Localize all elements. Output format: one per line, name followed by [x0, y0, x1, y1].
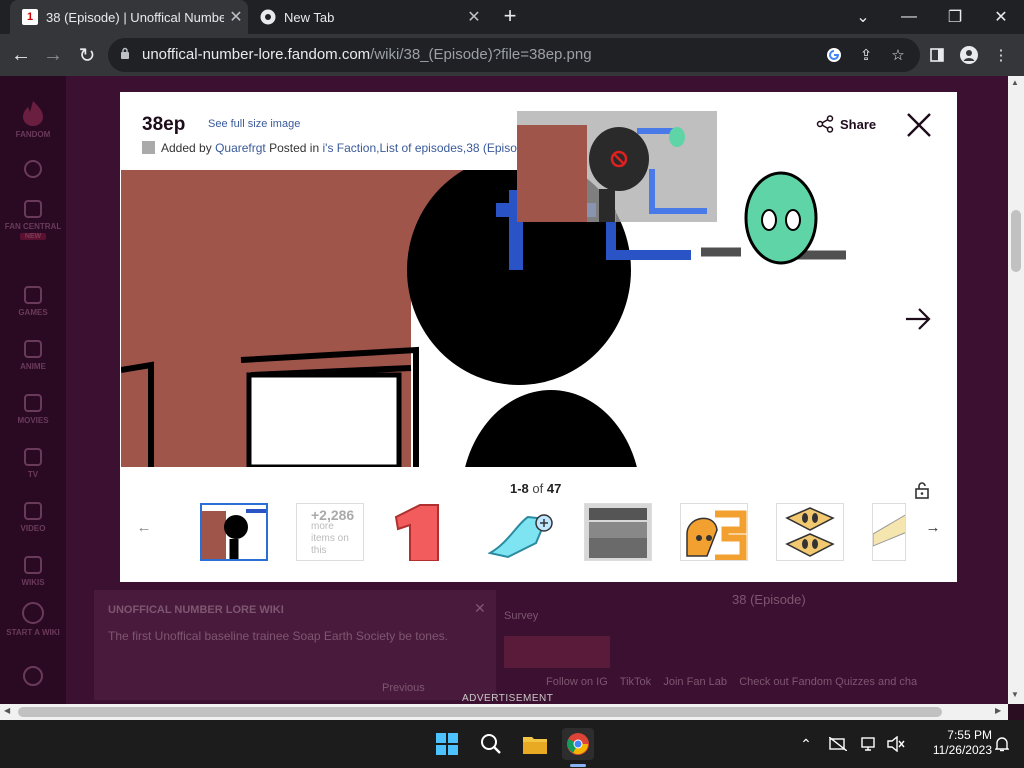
fandom-favicon: 1 — [22, 9, 38, 25]
bookmark-star-icon[interactable]: ☆ — [887, 44, 909, 66]
see-full-size-link[interactable]: See full size image — [208, 118, 300, 130]
uploader-avatar — [142, 141, 155, 154]
tab-search-chevron-icon[interactable]: ⌄ — [840, 0, 886, 34]
fandom-logo-icon — [23, 101, 43, 126]
sidebar-item-start-a-wiki[interactable]: START A WIKI — [0, 602, 66, 637]
wiki-card-title: UNOFFICAL NUMBER LORE WIKI — [108, 604, 284, 616]
volume-muted-icon[interactable] — [880, 728, 912, 760]
survey-label: Survey — [504, 610, 539, 622]
thumbnail-item[interactable] — [584, 503, 652, 561]
lightbox-title: 38ep — [142, 114, 186, 135]
thumbnail-item[interactable] — [680, 503, 748, 561]
sidebar-user-icon[interactable] — [0, 666, 66, 690]
sidebar-item-video[interactable]: VIDEO — [0, 502, 66, 533]
scroll-up-icon[interactable]: ▲ — [1011, 78, 1019, 87]
close-tab-icon[interactable]: ✕ — [462, 7, 486, 27]
close-window-icon[interactable]: ✕ — [978, 0, 1024, 34]
share-icon — [816, 115, 834, 133]
tv-icon — [24, 448, 42, 466]
side-panel-icon[interactable] — [926, 44, 948, 66]
thumbnail-item[interactable] — [392, 503, 460, 561]
close-card-icon[interactable]: ✕ — [474, 600, 486, 617]
close-lightbox-icon[interactable] — [904, 110, 934, 140]
system-clock[interactable]: 7:55 PM 11/26/2023 — [922, 728, 992, 758]
unlock-icon[interactable] — [914, 481, 930, 499]
network-offline-icon[interactable] — [822, 728, 854, 760]
gamepad-icon — [24, 286, 42, 304]
tab-title: 38 (Episode) | Unoffical Number L — [46, 9, 224, 25]
active-app-indicator — [570, 764, 586, 767]
notification-bell-icon[interactable] — [986, 728, 1018, 760]
reload-icon[interactable]: ↻ — [74, 42, 100, 68]
new-badge: NEW — [20, 233, 46, 240]
strip-prev-arrow-icon[interactable]: ← — [136, 520, 152, 536]
thumbnail-item[interactable] — [776, 503, 844, 561]
show-hidden-icons-chevron-icon[interactable]: ⌃ — [790, 728, 822, 760]
forward-arrow-icon[interactable]: → — [40, 42, 66, 68]
sidebar-item-movies[interactable]: MOVIES — [0, 394, 66, 425]
video-icon — [24, 502, 42, 520]
vertical-scrollbar[interactable] — [1008, 76, 1024, 704]
posted-in-links[interactable]: i's Faction,List of episodes,38 (Episode… — [323, 141, 535, 155]
wiki-card-text: The first Unoffical baseline trainee Soa… — [108, 629, 448, 643]
sidebar-item-fan-central[interactable]: FAN CENTRAL NEW — [0, 200, 66, 240]
strip-next-arrow-icon[interactable]: → — [925, 520, 941, 536]
chrome-icon — [260, 9, 276, 25]
new-tab-button[interactable]: + — [498, 5, 522, 29]
scroll-left-icon[interactable]: ◀ — [4, 706, 10, 715]
clapper-icon — [24, 394, 42, 412]
survey-button[interactable] — [504, 636, 610, 668]
thumbnail-item[interactable] — [488, 503, 556, 561]
sidebar-item-games[interactable]: GAMES — [0, 286, 66, 317]
thumbnail-item-partial[interactable] — [872, 503, 906, 561]
image-counter: 1-8 of 47 — [510, 481, 562, 496]
more-items-tile[interactable]: +2,286 more items on this — [296, 503, 364, 561]
lock-icon[interactable] — [120, 47, 130, 59]
close-tab-icon[interactable]: ✕ — [224, 7, 248, 27]
tab-new-tab[interactable]: New Tab ✕ — [250, 0, 486, 34]
kebab-menu-icon[interactable]: ⋮ — [990, 44, 1012, 66]
file-explorer-icon[interactable] — [519, 728, 551, 760]
footer-links[interactable]: Follow on IG TikTok Join Fan Lab Check o… — [546, 676, 917, 688]
advertisement-label: ADVERTISEMENT — [462, 693, 554, 704]
sidebar-search-icon[interactable] — [0, 160, 66, 182]
thumbnail-item-selected[interactable] — [200, 503, 268, 561]
book-icon — [24, 556, 42, 574]
related-page-caption[interactable]: 38 (Episode) — [732, 592, 806, 607]
drag-preview-thumbnail — [517, 111, 717, 222]
tab-title: New Tab — [284, 9, 335, 25]
chrome-taskbar-icon[interactable] — [562, 728, 594, 760]
google-lens-icon[interactable] — [823, 44, 845, 66]
sidebar-item-wikis[interactable]: WIKIS — [0, 556, 66, 587]
url-text[interactable]: unoffical-number-lore.fandom.com/wiki/38… — [142, 46, 592, 63]
minimize-icon[interactable]: — — [886, 0, 932, 34]
previous-link[interactable]: Previous — [382, 682, 425, 694]
share-page-icon[interactable]: ⇪ — [855, 44, 877, 66]
scroll-down-icon[interactable]: ▼ — [1011, 690, 1019, 699]
vertical-scroll-thumb[interactable] — [1011, 210, 1021, 272]
share-button[interactable]: Share — [816, 115, 876, 133]
sidebar-item-anime[interactable]: ANIME — [0, 340, 66, 371]
tab-episode-38[interactable]: 1 38 (Episode) | Unoffical Number L ✕ — [10, 0, 248, 34]
back-arrow-icon[interactable]: ← — [8, 42, 34, 68]
plus-circle-icon — [22, 602, 44, 624]
profile-icon[interactable] — [958, 44, 980, 66]
sidebar-item-tv[interactable]: TV — [0, 448, 66, 479]
lightbox-meta: Added by Quarefrgt Posted in i's Faction… — [142, 141, 534, 155]
horizontal-scroll-thumb[interactable] — [18, 707, 942, 717]
restore-icon[interactable]: ❐ — [932, 0, 978, 34]
search-icon[interactable] — [475, 728, 507, 760]
uploader-link[interactable]: Quarefrgt — [215, 141, 266, 155]
windows-start-icon[interactable] — [431, 728, 463, 760]
scroll-right-icon[interactable]: ▶ — [995, 706, 1001, 715]
anime-icon — [24, 340, 42, 358]
next-image-arrow-icon[interactable] — [904, 306, 932, 332]
rocket-icon — [24, 200, 42, 218]
sidebar-item-fandom[interactable]: FANDOM — [0, 100, 66, 139]
